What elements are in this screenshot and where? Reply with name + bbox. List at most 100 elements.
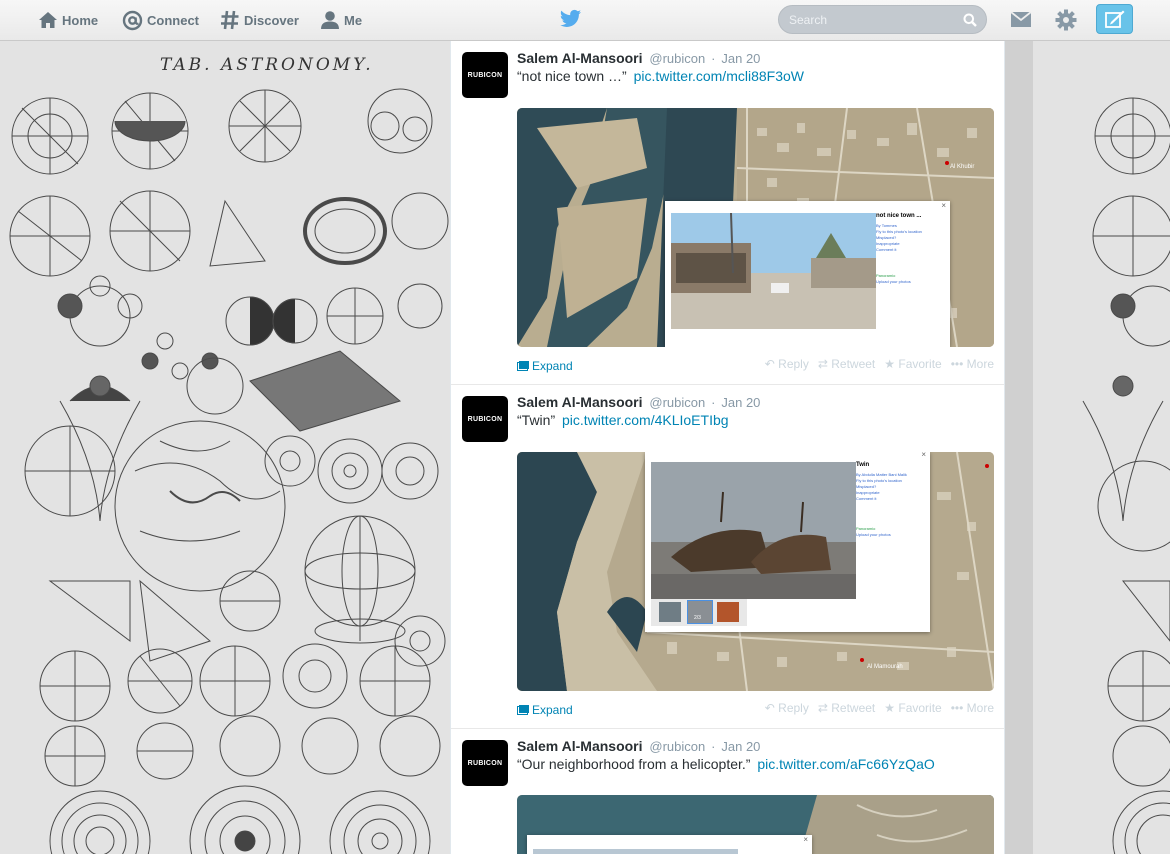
top-navigation-bar: Home Connect Discover Me (0, 0, 1170, 41)
tweet-text: “Twin” pic.twitter.com/4KLIoETIbg (517, 412, 729, 428)
avatar[interactable]: RUBICON (462, 52, 508, 98)
tweet-media-image[interactable]: Al Khubir not nice town ... By Tommes Fl… (517, 108, 994, 347)
avatar[interactable]: RUBICON (462, 396, 508, 442)
author-fullname[interactable]: Salem Al-Mansoori (517, 394, 643, 410)
boat-photo (651, 462, 856, 599)
envelope-icon[interactable] (1010, 10, 1032, 28)
nav-connect[interactable]: Connect (122, 9, 199, 31)
astronomy-engraving-background-right (1033, 41, 1170, 854)
photo-preview (533, 849, 738, 854)
favorite-button[interactable]: ★ Favorite (884, 701, 941, 715)
author-screenname[interactable]: @rubicon (649, 51, 705, 66)
tweet-media-link[interactable]: pic.twitter.com/mcli88F3oW (634, 68, 804, 84)
tweet-media-link[interactable]: pic.twitter.com/aFc66YzQaO (757, 756, 934, 772)
popup-link[interactable]: Upload your photos (876, 279, 922, 285)
tweet-timestamp[interactable]: Jan 20 (721, 395, 760, 410)
reply-label: Reply (778, 357, 809, 371)
favorite-label: Favorite (898, 701, 942, 715)
tweet-text: “Our neighborhood from a helicopter.” pi… (517, 756, 935, 772)
popup-links[interactable]: By Abdulla Matter Bani Malik Fly to this… (856, 472, 907, 538)
close-icon[interactable]: × (941, 201, 946, 210)
more-button[interactable]: ••• More (951, 357, 994, 371)
search-box[interactable] (778, 5, 987, 34)
tweet[interactable]: RUBICON Salem Al-Mansoori @rubicon · Jan… (451, 385, 1004, 729)
author-fullname[interactable]: Salem Al-Mansoori (517, 738, 643, 754)
thumbnail[interactable] (659, 602, 681, 622)
popup-links[interactable]: By Tommes Fly to this photo's location M… (876, 223, 922, 285)
astronomy-engraving-background: TAB. ASTRONOMY. (0, 41, 450, 854)
engraving-plate-title: TAB. ASTRONOMY. (160, 55, 374, 75)
popup-link[interactable]: Upload your photos (856, 532, 907, 538)
astronomy-diagrams-image-right (1082, 97, 1170, 854)
more-label: More (966, 357, 994, 371)
search-icon[interactable] (963, 13, 977, 27)
twitter-bird-icon[interactable] (560, 9, 582, 29)
nav-me[interactable]: Me (320, 9, 362, 31)
more-button[interactable]: ••• More (951, 701, 994, 715)
nav-discover-label: Discover (244, 12, 299, 28)
tweet-header: Salem Al-Mansoori @rubicon · Jan 20 (517, 738, 760, 754)
separator-dot: · (711, 395, 716, 410)
author-screenname[interactable]: @rubicon (649, 395, 705, 410)
user-icon (321, 11, 339, 29)
expand-link[interactable]: Expand (517, 703, 573, 717)
retweet-button[interactable]: ⇄ Retweet (818, 357, 875, 371)
popup-link[interactable]: Comment it (876, 247, 922, 253)
favorite-button[interactable]: ★ Favorite (884, 357, 941, 371)
photo-icon (517, 361, 529, 371)
favorite-label: Favorite (898, 357, 942, 371)
map-place-label: Al Mamourah (867, 664, 903, 670)
at-sign-icon (122, 10, 143, 30)
expand-link[interactable]: Expand (517, 359, 573, 373)
tweet-timestamp[interactable]: Jan 20 (721, 51, 760, 66)
search-input[interactable] (789, 12, 949, 27)
tweet-header: Salem Al-Mansoori @rubicon · Jan 20 (517, 50, 760, 66)
avatar[interactable]: RUBICON (462, 740, 508, 786)
photo-thumbnails[interactable]: 2/3 (651, 599, 747, 626)
expand-label: Expand (532, 359, 573, 373)
photo-icon (517, 705, 529, 715)
gear-icon[interactable] (1055, 9, 1077, 31)
compose-tweet-button[interactable] (1096, 4, 1133, 34)
tweet-media-link[interactable]: pic.twitter.com/4KLIoETIbg (562, 412, 729, 428)
tweet-actions: ↶ Reply ⇄ Retweet ★ Favorite ••• More (765, 701, 994, 715)
thumbnail[interactable] (717, 602, 739, 622)
author-fullname[interactable]: Salem Al-Mansoori (517, 50, 643, 66)
nav-home[interactable]: Home (38, 9, 98, 31)
nav-home-label: Home (62, 12, 99, 28)
astronomy-diagrams-image (9, 88, 449, 854)
tweet[interactable]: RUBICON Salem Al-Mansoori @rubicon · Jan… (451, 729, 1004, 854)
expand-label: Expand (532, 703, 573, 717)
popup-title: not nice town ... (876, 213, 922, 219)
nav-connect-label: Connect (147, 12, 199, 28)
nav-me-label: Me (344, 12, 363, 28)
retweet-label: Retweet (831, 701, 876, 715)
tweet-actions: ↶ Reply ⇄ Retweet ★ Favorite ••• More (765, 357, 994, 371)
map-photo-popup: 2/3 Twin By Abdulla Matter Bani Malik Fl… (645, 452, 930, 632)
tweet[interactable]: RUBICON Salem Al-Mansoori @rubicon · Jan… (451, 41, 1004, 385)
thumbnail-counter: 2/3 (694, 615, 701, 621)
more-label: More (966, 701, 994, 715)
retweet-button[interactable]: ⇄ Retweet (818, 701, 875, 715)
compose-icon (1104, 10, 1124, 28)
tweet-media-image[interactable]: Al Mamourah 2/3 Twin By Abdulla Matter B… (517, 452, 994, 691)
tweet-timestamp[interactable]: Jan 20 (721, 739, 760, 754)
close-icon[interactable]: × (921, 452, 926, 459)
author-screenname[interactable]: @rubicon (649, 739, 705, 754)
popup-link[interactable]: Comment it (856, 496, 907, 502)
tweet-body: “Twin” (517, 412, 556, 428)
reply-button[interactable]: ↶ Reply (765, 701, 809, 715)
street-photo (671, 213, 876, 329)
map-photo-popup: not nice town ... By Tommes Fly to this … (665, 201, 950, 347)
nav-discover[interactable]: Discover (220, 9, 299, 31)
close-icon[interactable]: × (803, 835, 808, 844)
retweet-label: Retweet (831, 357, 876, 371)
map-place-label: Al Khubir (950, 164, 974, 170)
hashtag-icon (221, 10, 239, 30)
home-icon (39, 12, 57, 28)
tweet-body: “Our neighborhood from a helicopter.” (517, 756, 751, 772)
thumbnail-selected[interactable]: 2/3 (687, 600, 713, 624)
separator-dot: · (711, 51, 716, 66)
tweet-media-image[interactable]: × (517, 795, 994, 854)
reply-button[interactable]: ↶ Reply (765, 357, 809, 371)
